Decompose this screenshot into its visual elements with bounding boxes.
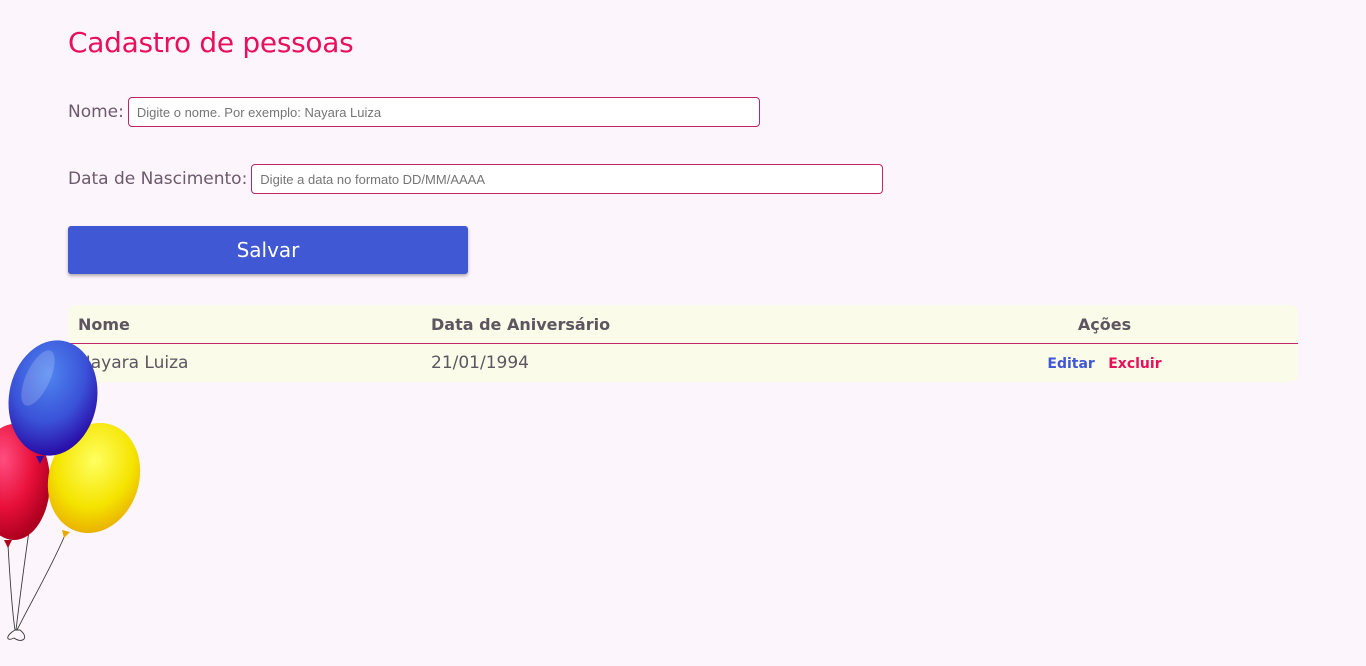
name-label: Nome:: [68, 102, 124, 122]
header-actions: Ações: [911, 305, 1298, 344]
page: Cadastro de pessoas Nome: Data de Nascim…: [0, 0, 1366, 666]
birthdate-field-row: Data de Nascimento:: [68, 164, 884, 194]
save-button[interactable]: Salvar: [68, 226, 468, 274]
name-field-row: Nome:: [68, 97, 760, 127]
people-table: Nome Data de Aniversário Ações Nayara Lu…: [68, 305, 1298, 382]
table-row: Nayara Luiza 21/01/1994 Editar Excluir: [68, 344, 1298, 383]
header-birthday: Data de Aniversário: [421, 305, 911, 344]
cell-birthday: 21/01/1994: [431, 353, 529, 373]
table-header-row: Nome Data de Aniversário Ações: [68, 305, 1298, 344]
people-table-container: Nome Data de Aniversário Ações Nayara Lu…: [68, 305, 1298, 382]
birthdate-label: Data de Nascimento:: [68, 169, 248, 189]
delete-link[interactable]: Excluir: [1108, 356, 1161, 372]
name-input[interactable]: [127, 97, 760, 127]
balloons-icon: [0, 340, 141, 641]
cell-actions: Editar Excluir: [911, 344, 1298, 383]
header-name: Nome: [68, 305, 421, 344]
edit-link[interactable]: Editar: [1047, 356, 1094, 372]
birthdate-input[interactable]: [251, 164, 884, 194]
page-title: Cadastro de pessoas: [68, 26, 354, 59]
